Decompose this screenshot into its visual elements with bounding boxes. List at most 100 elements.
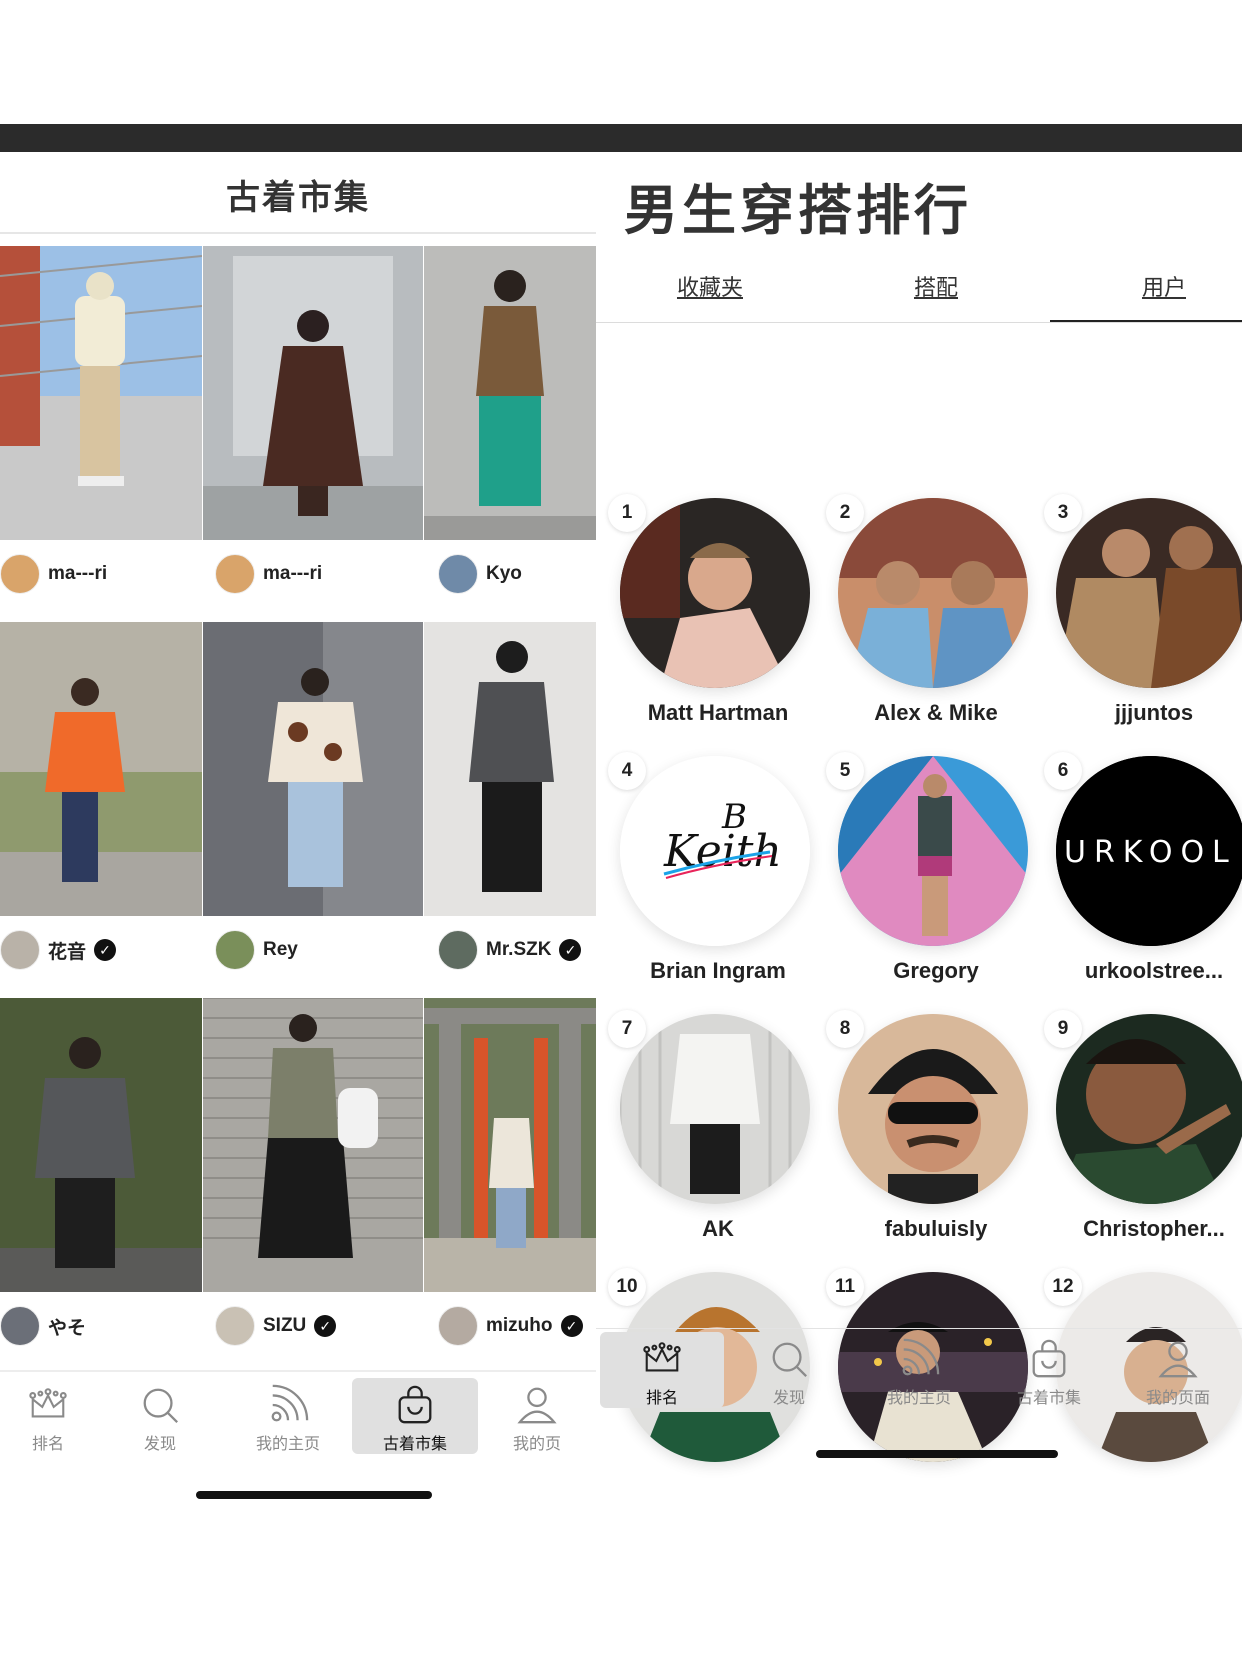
user-name: jjjuntos: [1114, 700, 1194, 725]
bottom-nav: 排名 发现 我的主页 古着市集 我的页: [0, 1378, 596, 1454]
post-photo[interactable]: [203, 998, 423, 1292]
person-icon: [517, 1387, 557, 1424]
bottom-nav: 排名 发现 我的主页 古着市集 我的页面: [596, 1332, 1242, 1408]
avatar: [438, 1306, 478, 1346]
avatar: [438, 930, 478, 970]
post-author[interactable]: SIZU ✓: [215, 1306, 337, 1346]
rank-badge: 7: [608, 1010, 646, 1048]
nav-discover[interactable]: 发现: [96, 1378, 224, 1454]
user-avatar[interactable]: URKOOL: [1056, 756, 1242, 946]
post-photo[interactable]: [203, 622, 423, 916]
feed-icon: [902, 1338, 940, 1376]
rank-badge: 9: [1044, 1010, 1082, 1048]
tab-favorites[interactable]: 收藏夹: [620, 270, 800, 302]
divider: [0, 232, 596, 234]
avatar: [0, 554, 40, 594]
nav-discover[interactable]: 发现: [724, 1332, 854, 1408]
tab-users[interactable]: 用户: [1074, 270, 1242, 302]
avatar: [438, 554, 478, 594]
author-name: ma---ri: [263, 563, 323, 584]
nav-my-home[interactable]: 我的主页: [224, 1378, 352, 1454]
search-icon: [772, 1342, 807, 1377]
verified-badge-icon: ✓: [94, 939, 117, 961]
avatar: [215, 930, 255, 970]
user-avatar[interactable]: [1056, 498, 1242, 688]
rank-badge: 6: [1044, 752, 1082, 790]
top-dark-bar: [0, 124, 1242, 152]
nav-label: 我的主页: [255, 1436, 320, 1453]
nav-my-page[interactable]: 我的页面: [1114, 1332, 1242, 1408]
post-author[interactable]: Mr.SZK ✓: [438, 930, 582, 970]
author-name: Mr.SZK: [486, 939, 552, 960]
nav-label: 我的主页: [886, 1390, 951, 1407]
post-author[interactable]: ma---ri: [0, 554, 107, 594]
verified-badge-icon: ✓: [560, 1315, 583, 1337]
crown-icon: [643, 1342, 681, 1372]
nav-label: 我的页面: [1145, 1390, 1210, 1407]
post-author[interactable]: やそ: [0, 1306, 86, 1346]
post-photo[interactable]: [424, 998, 596, 1292]
user-name: Matt Hartman: [647, 700, 789, 725]
divider: [0, 1370, 596, 1372]
feed-icon: [271, 1384, 309, 1422]
nav-label: 古着市集: [1016, 1390, 1081, 1407]
nav-vintage-market[interactable]: 古着市集: [984, 1332, 1114, 1408]
avatar: [0, 1306, 40, 1346]
user-avatar[interactable]: [838, 498, 1028, 688]
post-photo[interactable]: [424, 622, 596, 916]
user-avatar[interactable]: [838, 756, 1028, 946]
nav-ranking[interactable]: 排名: [0, 1378, 96, 1454]
post-author[interactable]: ma---ri: [215, 554, 322, 594]
rank-badge: 12: [1044, 1268, 1082, 1306]
nav-label: 排名: [31, 1436, 64, 1453]
post-photo[interactable]: [0, 622, 202, 916]
tab-outfits[interactable]: 搭配: [846, 270, 1026, 302]
divider: [596, 322, 1242, 323]
user-name: Gregory: [893, 958, 979, 983]
user-avatar[interactable]: [620, 498, 810, 688]
nav-my-page[interactable]: 我的页: [478, 1378, 596, 1454]
nav-vintage-market[interactable]: 古着市集: [352, 1378, 478, 1454]
user-avatar[interactable]: [1056, 1014, 1242, 1204]
post-photo[interactable]: [0, 246, 202, 540]
tab-bar: 收藏夹 搭配 用户: [596, 270, 1242, 320]
user-avatar[interactable]: [838, 1014, 1028, 1204]
user-name: fabuluisly: [884, 1216, 988, 1241]
nav-label: 发现: [143, 1436, 176, 1453]
user-name: Christopher...: [1083, 1216, 1225, 1241]
user-name: AK: [702, 1216, 734, 1241]
avatar: [215, 554, 255, 594]
post-author[interactable]: mizuho ✓: [438, 1306, 583, 1346]
home-indicator: [816, 1450, 1058, 1458]
post-photo[interactable]: [0, 998, 202, 1292]
user-avatar[interactable]: [620, 1014, 810, 1204]
person-icon: [1158, 1341, 1198, 1378]
author-name: Kyo: [486, 563, 522, 584]
home-indicator: [196, 1491, 432, 1499]
post-author[interactable]: Kyo: [438, 554, 522, 594]
nav-label: 古着市集: [382, 1436, 447, 1453]
mens-ranking-screen: 男生穿搭排行 收藏夹 搭配 用户 1 Matt Hartman 2 Alex &…: [596, 152, 1242, 1532]
post-author[interactable]: 花音 ✓: [0, 930, 117, 970]
post-photo[interactable]: [424, 246, 596, 540]
post-photo[interactable]: [203, 246, 423, 540]
rank-badge: 1: [608, 494, 646, 532]
user-name: urkoolstree...: [1084, 958, 1224, 983]
author-name: 花音: [48, 941, 87, 963]
user-avatar[interactable]: B Keith: [620, 756, 810, 946]
nav-ranking[interactable]: 排名: [600, 1332, 724, 1408]
author-name: ma---ri: [48, 563, 108, 584]
nav-my-home[interactable]: 我的主页: [854, 1332, 984, 1408]
post-author[interactable]: Rey: [215, 930, 298, 970]
shopping-bag-icon: [398, 1385, 432, 1424]
rank-badge: 2: [826, 494, 864, 532]
nav-label: 我的页: [512, 1436, 561, 1453]
rank-badge: 5: [826, 752, 864, 790]
rank-badge: 11: [826, 1268, 864, 1306]
avatar: [0, 930, 40, 970]
verified-badge-icon: ✓: [559, 939, 582, 961]
page-title: 古着市集: [226, 179, 370, 217]
shopping-bag-icon: [1032, 1339, 1066, 1378]
vintage-market-screen: 古着市集 ma---ri ma---ri Kyo 花音 ✓ Rey Mr.SZK…: [0, 152, 596, 1532]
author-name: mizuho: [486, 1315, 553, 1336]
